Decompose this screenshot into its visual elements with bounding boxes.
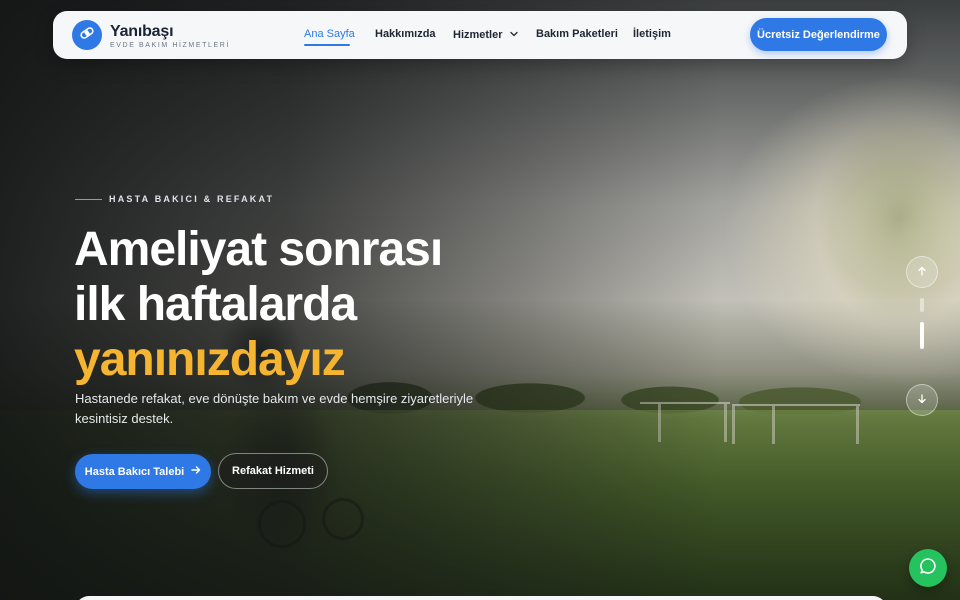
slide-dot-2-active[interactable] bbox=[920, 322, 924, 349]
hero-headline: Ameliyat sonrası ilk haftalarda yanınızd… bbox=[74, 222, 443, 387]
slide-dot-1[interactable] bbox=[920, 298, 924, 312]
nav-active-underline bbox=[304, 44, 350, 46]
nav-item-ana-sayfa[interactable]: Ana Sayfa bbox=[304, 28, 355, 40]
slide-next-button[interactable] bbox=[906, 384, 938, 416]
nav-item-iletisim[interactable]: İletişim bbox=[633, 28, 671, 40]
caregiver-request-label: Hasta Bakıcı Talebi bbox=[84, 465, 185, 478]
logo-badge[interactable] bbox=[72, 20, 102, 50]
arrow-up-icon bbox=[917, 263, 927, 281]
hero-headline-line1: Ameliyat sonrası bbox=[74, 223, 443, 276]
hero-subtext: Hastanede refakat, eve dönüşte bakım ve … bbox=[75, 391, 474, 426]
nav-item-hakkimizda[interactable]: Hakkımızda bbox=[375, 28, 436, 40]
arrow-right-icon bbox=[191, 465, 201, 478]
arrow-down-icon bbox=[917, 391, 927, 409]
eyebrow-line bbox=[75, 199, 102, 200]
nav-item-hizmetler-label: Hizmetler bbox=[453, 29, 503, 41]
hero-headline-highlight: yanınızdayız bbox=[74, 333, 346, 386]
hero-headline-line2: ilk haftalarda bbox=[74, 278, 357, 331]
whatsapp-chat-button[interactable] bbox=[909, 549, 947, 587]
free-assessment-button[interactable]: Ücretsiz Değerlendirme bbox=[750, 18, 887, 51]
slide-prev-button[interactable] bbox=[906, 256, 938, 288]
chevron-down-icon bbox=[509, 28, 518, 40]
caregiver-request-button[interactable]: Hasta Bakıcı Talebi bbox=[75, 454, 211, 489]
navbar: Yanıbaşı EVDE BAKIM HİZMETLERİ Ana Sayfa… bbox=[53, 11, 907, 59]
bandage-icon bbox=[79, 25, 95, 46]
info-card-top-edge bbox=[75, 596, 887, 600]
hero-eyebrow: HASTA BAKICI & REFAKAT bbox=[109, 194, 275, 204]
companion-service-button[interactable]: Refakat Hizmeti bbox=[218, 453, 328, 489]
nav-item-hizmetler[interactable]: Hizmetler bbox=[453, 28, 518, 41]
brand-tagline: EVDE BAKIM HİZMETLERİ bbox=[110, 42, 230, 49]
chat-bubble-icon bbox=[919, 557, 937, 580]
nav-item-bakim-paketleri[interactable]: Bakım Paketleri bbox=[536, 28, 618, 40]
brand-name[interactable]: Yanıbaşı bbox=[110, 23, 174, 41]
